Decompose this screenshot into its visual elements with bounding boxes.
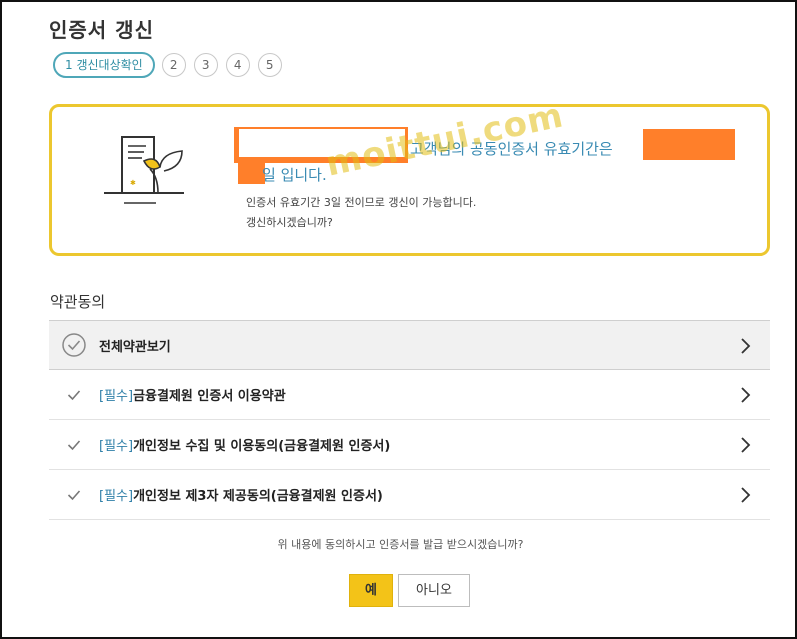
chevron-right-icon [741, 487, 751, 503]
redacted-expiry-date [643, 129, 735, 160]
step-2: 2 [161, 53, 186, 77]
term-label: 개인정보 제3자 제공동의(금융결제원 인증서) [133, 489, 383, 504]
chevron-right-icon [741, 437, 751, 453]
step-indicator: 1 갱신대상확인 2 3 4 5 [53, 52, 290, 78]
chevron-right-icon [741, 387, 751, 403]
notice-sub-line-2: 갱신하시겠습니까? [246, 216, 333, 229]
notice-main-line-1: 고객님의 공동인증서 유효기간은 [410, 140, 613, 158]
check-icon[interactable] [67, 389, 81, 401]
required-tag: [필수] [99, 439, 134, 454]
window-frame: 인증서 갱신 1 갱신대상확인 2 3 4 5 ✱ 고객님의 공동인증서 유효기… [0, 0, 797, 639]
terms-list: 전체약관보기 [필수]금융결제원 인증서 이용약관 [필수]개인정보 수집 및 … [49, 320, 770, 520]
check-circle-icon[interactable] [61, 332, 87, 358]
redacted-expiry-day [238, 161, 265, 184]
svg-text:✱: ✱ [130, 179, 136, 187]
check-icon[interactable] [67, 439, 81, 451]
certificate-notice-box: ✱ 고객님의 공동인증서 유효기간은 일 입니다. 인증서 유효기간 3일 전이… [49, 104, 770, 256]
chevron-right-icon [741, 338, 751, 354]
check-icon[interactable] [67, 489, 81, 501]
yes-button[interactable]: 예 [349, 574, 393, 607]
step-5: 5 [257, 53, 282, 77]
step-1-active: 1 갱신대상확인 [53, 52, 155, 78]
page-title: 인증서 갱신 [49, 18, 154, 42]
required-tag: [필수] [99, 489, 134, 504]
terms-heading: 약관동의 [50, 293, 106, 311]
required-tag: [필수] [99, 389, 134, 404]
notice-sub-line-1: 인증서 유효기간 3일 전이므로 갱신이 가능합니다. [246, 196, 477, 209]
notice-main-line-2: 일 입니다. [262, 166, 327, 184]
term-row-privacy-collection[interactable]: [필수]개인정보 수집 및 이용동의(금융결제원 인증서) [49, 420, 770, 470]
redacted-customer-name-inner [239, 129, 405, 157]
term-label: 금융결제원 인증서 이용약관 [133, 389, 286, 404]
no-button[interactable]: 아니오 [398, 574, 470, 607]
view-all-terms-row[interactable]: 전체약관보기 [49, 320, 770, 370]
term-row-payment-cert-terms[interactable]: [필수]금융결제원 인증서 이용약관 [49, 370, 770, 420]
step-3: 3 [193, 53, 218, 77]
certificate-leaf-icon: ✱ [104, 136, 184, 204]
term-row-third-party-provision[interactable]: [필수]개인정보 제3자 제공동의(금융결제원 인증서) [49, 470, 770, 520]
view-all-terms-label: 전체약관보기 [99, 339, 171, 355]
step-4: 4 [225, 53, 250, 77]
term-label: 개인정보 수집 및 이용동의(금융결제원 인증서) [133, 439, 391, 454]
confirm-question: 위 내용에 동의하시고 인증서를 발급 받으시겠습니까? [277, 538, 524, 551]
